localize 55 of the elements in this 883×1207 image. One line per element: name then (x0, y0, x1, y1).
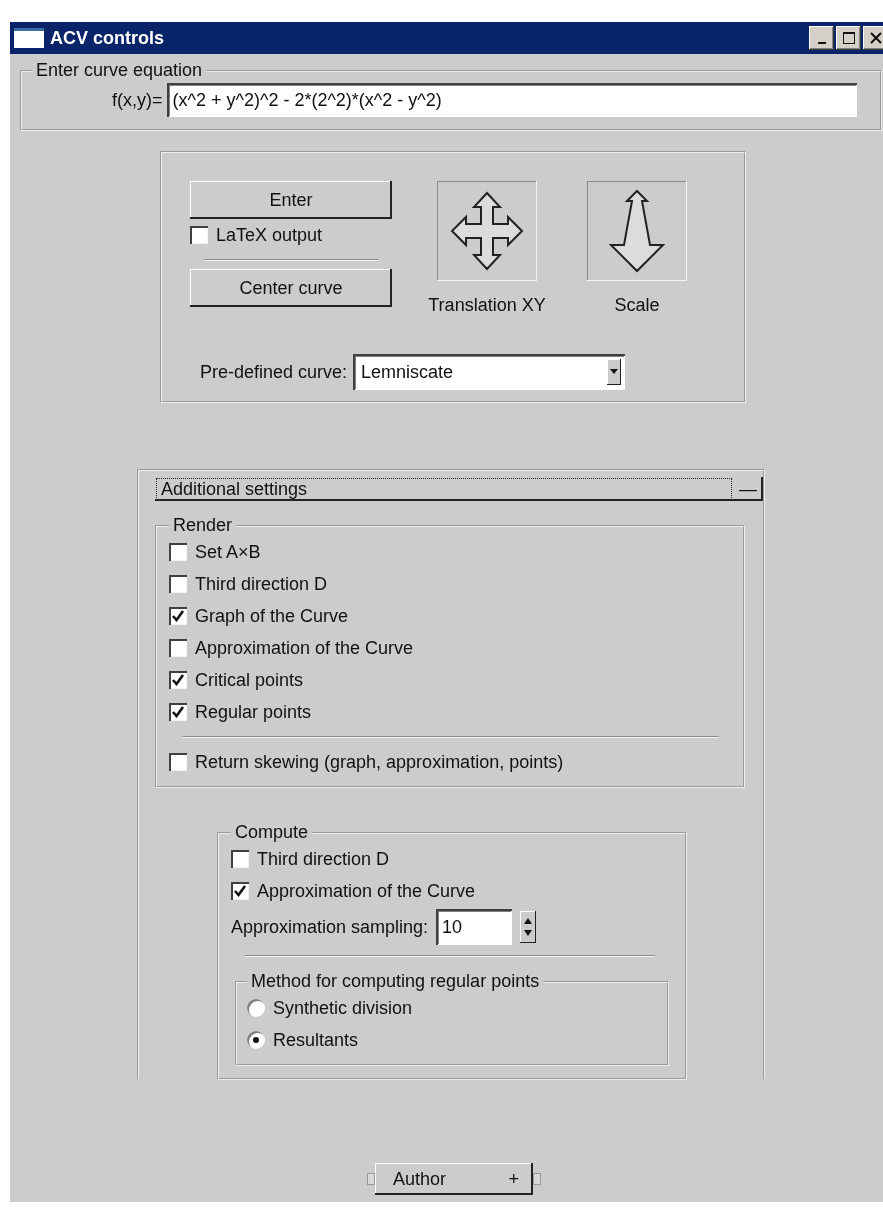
checkbox[interactable] (169, 703, 187, 721)
sampling-field[interactable]: 10 (436, 909, 513, 945)
close-button[interactable] (863, 26, 883, 50)
checkbox-label: Graph of the Curve (195, 605, 349, 627)
checkbox-label: Approximation of the Curve (195, 637, 414, 659)
equation-field[interactable]: (x^2 + y^2)^2 - 2*(2^2)*(x^2 - y^2) (166, 83, 857, 117)
radio-button[interactable] (247, 1031, 265, 1049)
group-title: Compute (234, 822, 310, 843)
checkbox[interactable] (190, 226, 208, 244)
window-title: ACV controls (50, 27, 165, 49)
checkbox[interactable] (169, 753, 187, 771)
checkbox[interactable] (169, 639, 187, 657)
tool-label: Scale (614, 295, 660, 316)
down-arrow-icon (607, 189, 667, 273)
tool-button[interactable] (587, 181, 687, 281)
checkbox-label: Regular points (195, 701, 312, 723)
checkbox[interactable] (231, 850, 249, 868)
center-curve-button[interactable]: Center curve (190, 269, 392, 307)
checkbox[interactable] (231, 882, 249, 900)
checkbox-label: Third direction D (257, 848, 390, 870)
minimize-icon (817, 42, 826, 44)
enter-button[interactable]: Enter (190, 181, 392, 219)
minimize-button[interactable] (809, 26, 834, 50)
checkbox-label: Approximation of the Curve (257, 880, 476, 902)
section-header[interactable]: Additional settings — (155, 477, 763, 501)
checkbox[interactable] (169, 543, 187, 561)
group-title: Enter curve equation (35, 60, 204, 81)
maximize-button[interactable] (836, 26, 861, 50)
group-title: Method for computing regular points (250, 971, 541, 992)
maximize-icon (841, 31, 856, 45)
checkbox-label: Set A×B (195, 541, 261, 563)
radio-button[interactable] (247, 999, 265, 1017)
checkbox-label: Critical points (195, 669, 304, 691)
handle-icon (533, 1173, 541, 1185)
spinner-icon[interactable] (520, 911, 537, 943)
tool-label: Translation XY (428, 295, 546, 316)
checkbox-label: Return skewing (graph, approximation, points) (195, 751, 564, 773)
field-label: Pre-defined curve: (200, 361, 348, 383)
section-header[interactable]: Author + (375, 1163, 533, 1195)
checkbox[interactable] (169, 575, 187, 593)
radio-label: Resultants (273, 1029, 359, 1051)
checkbox[interactable] (169, 671, 187, 689)
group-title: Render (172, 515, 234, 536)
checkbox[interactable] (169, 607, 187, 625)
tool-button[interactable] (437, 181, 537, 281)
radio-label: Synthetic division (273, 997, 413, 1019)
checkbox-label: LaTeX output (216, 224, 323, 246)
curve-dropdown[interactable]: Lemniscate (353, 354, 626, 390)
handle-icon (367, 1173, 375, 1185)
field-label: Approximation sampling: (231, 916, 429, 938)
window-icon (14, 28, 44, 48)
field-label: f(x,y)= (112, 89, 163, 111)
four-way-arrow-icon (450, 191, 524, 271)
checkbox-label: Third direction D (195, 573, 328, 595)
close-icon (868, 31, 883, 45)
